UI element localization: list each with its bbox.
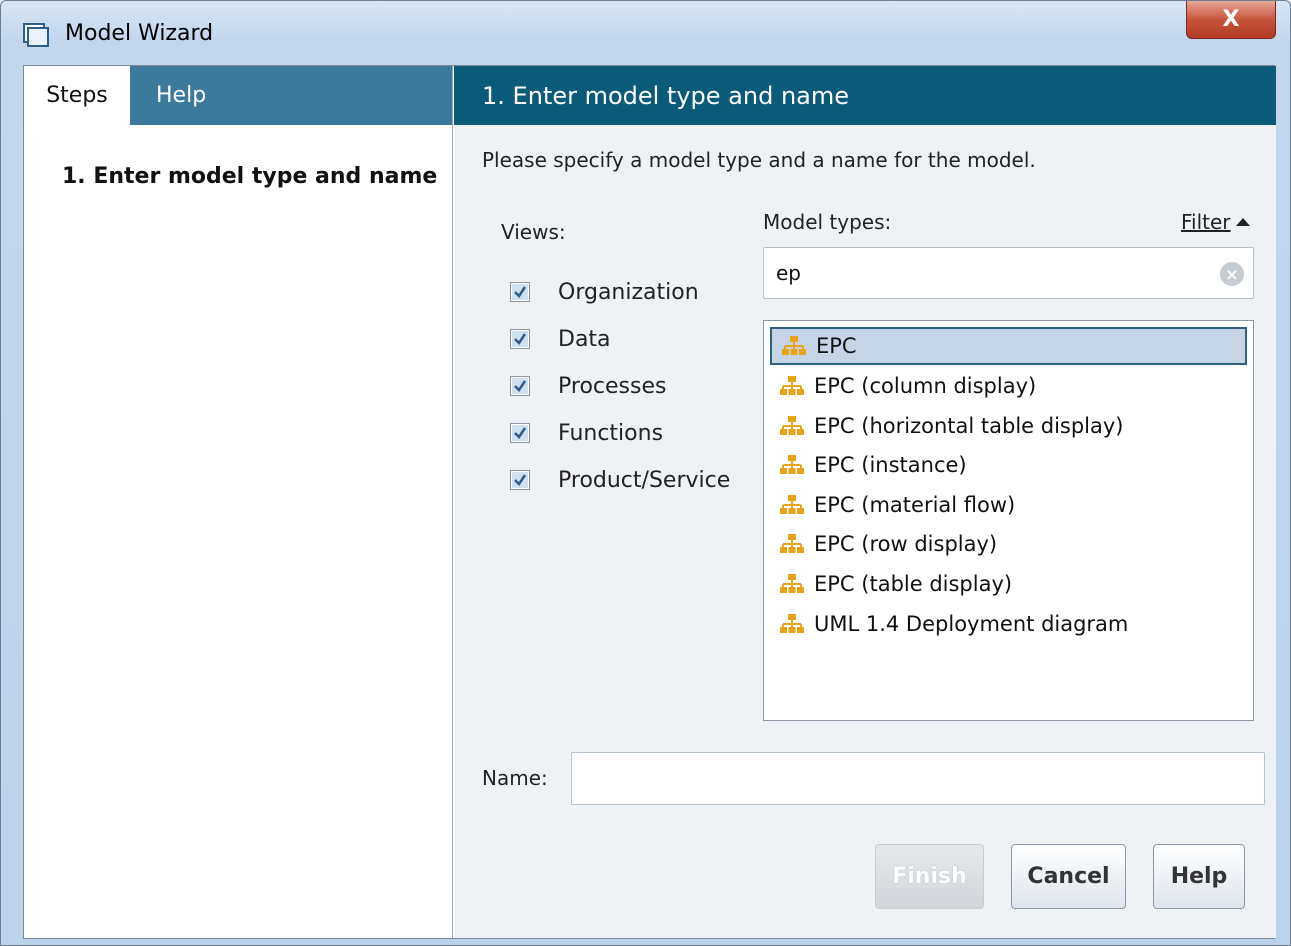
view-label-organization: Organization — [558, 279, 699, 305]
check-icon — [512, 425, 528, 441]
check-icon — [512, 472, 528, 488]
title-bar[interactable]: Model Wizard X — [1, 1, 1290, 65]
model-type-filter-input[interactable] — [763, 247, 1254, 299]
list-item-epc-horizontal-table-display[interactable]: EPC (horizontal table display) — [770, 407, 1247, 445]
view-label-processes: Processes — [558, 373, 667, 399]
model-hierarchy-icon — [780, 455, 804, 474]
instructions-text: Please specify a model type and a name f… — [482, 148, 1036, 172]
view-label-data: Data — [558, 326, 611, 352]
window-title: Model Wizard — [65, 21, 214, 46]
model-types-label: Model types: — [763, 210, 892, 234]
model-types-list[interactable]: EPC EPC (column display) EPC (horizontal… — [763, 320, 1254, 721]
finish-button[interactable]: Finish — [875, 844, 984, 909]
model-hierarchy-icon — [780, 534, 804, 553]
model-name-input[interactable] — [571, 752, 1265, 805]
model-hierarchy-icon — [780, 495, 804, 514]
clear-icon[interactable]: × — [1220, 262, 1244, 286]
view-functions[interactable]: Functions — [510, 418, 663, 448]
view-organization[interactable]: Organization — [510, 277, 699, 307]
left-pane: Steps Help 1. Enter model type and name — [24, 66, 453, 938]
view-label-product-service: Product/Service — [558, 467, 731, 493]
view-product-service[interactable]: Product/Service — [510, 465, 730, 495]
view-processes[interactable]: Processes — [510, 371, 666, 401]
checkbox-organization[interactable] — [510, 282, 530, 302]
model-hierarchy-icon — [780, 614, 804, 633]
model-wizard-window: Model Wizard X Steps Help 1. Enter model… — [0, 0, 1291, 946]
checkbox-product-service[interactable] — [510, 470, 530, 490]
list-item-label: EPC (horizontal table display) — [814, 414, 1124, 438]
list-item-label: UML 1.4 Deployment diagram — [814, 612, 1129, 636]
right-pane: 1. Enter model type and name Please spec… — [454, 66, 1276, 938]
model-hierarchy-icon — [780, 416, 804, 435]
list-item-label: EPC (row display) — [814, 532, 998, 556]
list-item-label: EPC — [816, 334, 857, 358]
wizard-client-area: Steps Help 1. Enter model type and name … — [23, 65, 1276, 939]
list-item-epc-row-display[interactable]: EPC (row display) — [770, 525, 1247, 563]
window-icon — [23, 23, 49, 47]
model-hierarchy-icon — [780, 574, 804, 593]
model-hierarchy-icon — [780, 376, 804, 395]
list-item-label: EPC (material flow) — [814, 493, 1016, 517]
list-item-epc-instance[interactable]: EPC (instance) — [770, 446, 1247, 484]
checkbox-data[interactable] — [510, 329, 530, 349]
tab-steps[interactable]: Steps — [24, 66, 130, 125]
close-icon: X — [1222, 7, 1240, 32]
list-item-epc-material-flow[interactable]: EPC (material flow) — [770, 486, 1247, 524]
list-item-epc-column-display[interactable]: EPC (column display) — [770, 367, 1247, 405]
name-label: Name: — [482, 766, 548, 790]
checkbox-processes[interactable] — [510, 376, 530, 396]
list-item-label: EPC (table display) — [814, 572, 1013, 596]
check-icon — [512, 284, 528, 300]
model-hierarchy-icon — [782, 336, 806, 355]
views-label: Views: — [501, 220, 566, 244]
check-icon — [512, 331, 528, 347]
left-tab-bar: Steps Help — [24, 66, 452, 125]
tab-help[interactable]: Help — [134, 66, 228, 125]
checkbox-functions[interactable] — [510, 423, 530, 443]
cancel-button[interactable]: Cancel — [1011, 844, 1126, 909]
help-button[interactable]: Help — [1153, 844, 1245, 909]
list-item-label: EPC (instance) — [814, 453, 967, 477]
step-item-1[interactable]: 1. Enter model type and name — [62, 164, 437, 189]
view-label-functions: Functions — [558, 420, 664, 446]
list-item-epc-table-display[interactable]: EPC (table display) — [770, 565, 1247, 603]
view-data[interactable]: Data — [510, 324, 611, 354]
filter-link[interactable]: Filter — [1181, 210, 1231, 234]
page-title: 1. Enter model type and name — [454, 66, 1276, 125]
close-button[interactable]: X — [1186, 1, 1276, 39]
list-item-epc[interactable]: EPC — [770, 327, 1247, 365]
list-item-uml-deployment-diagram[interactable]: UML 1.4 Deployment diagram — [770, 605, 1247, 643]
check-icon — [512, 378, 528, 394]
list-item-label: EPC (column display) — [814, 374, 1037, 398]
chevron-up-icon[interactable] — [1236, 218, 1250, 226]
